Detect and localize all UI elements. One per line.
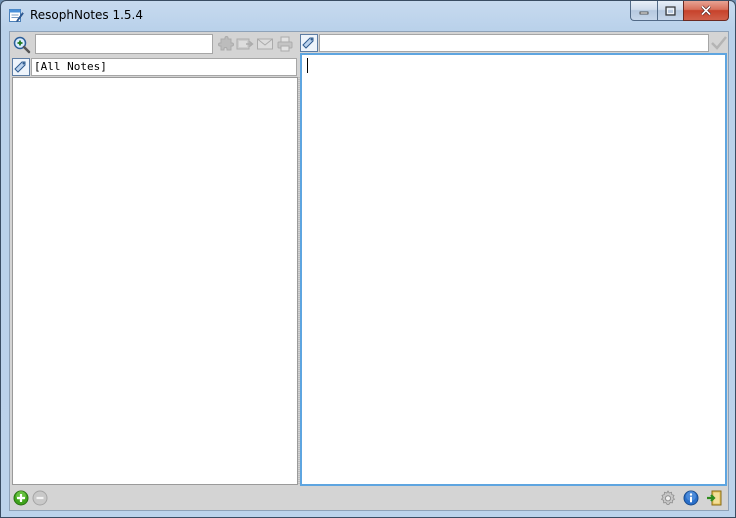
notes-list[interactable] — [12, 77, 298, 485]
app-notepad-icon — [9, 9, 24, 22]
search-button[interactable] — [13, 36, 31, 54]
exit-icon[interactable] — [706, 490, 722, 506]
note-editor[interactable] — [300, 53, 727, 486]
add-note-icon[interactable] — [13, 490, 29, 506]
info-icon[interactable] — [683, 490, 699, 506]
search-input[interactable] — [35, 34, 213, 54]
text-caret — [307, 58, 308, 73]
minimize-button[interactable] — [630, 1, 657, 21]
close-button[interactable] — [683, 1, 729, 21]
tag-filter-label[interactable]: [All Notes] — [31, 58, 297, 76]
title-bar[interactable]: ResophNotes 1.5.4 — [1, 1, 735, 31]
puzzle-icon[interactable] — [217, 36, 235, 52]
tag-filter-button[interactable] — [12, 58, 30, 76]
close-icon — [700, 5, 712, 16]
caption-buttons — [630, 1, 729, 21]
search-plus-icon — [13, 36, 31, 54]
email-icon[interactable] — [256, 36, 274, 52]
remove-note-icon[interactable] — [32, 490, 48, 506]
editor-tag-button[interactable] — [300, 34, 318, 52]
maximize-icon — [665, 5, 676, 16]
minimize-icon — [639, 11, 649, 14]
tag-icon — [12, 58, 30, 76]
gear-icon[interactable] — [660, 490, 676, 506]
tag-icon — [300, 34, 318, 52]
print-icon[interactable] — [276, 36, 294, 52]
maximize-button[interactable] — [657, 1, 683, 21]
client-area: [All Notes] — [9, 31, 729, 511]
window-title: ResophNotes 1.5.4 — [30, 8, 144, 22]
check-icon[interactable] — [710, 35, 728, 51]
note-tags-input[interactable] — [319, 34, 709, 52]
app-window: ResophNotes 1.5.4 [All Notes] — [0, 0, 736, 518]
export-icon[interactable] — [236, 36, 254, 52]
